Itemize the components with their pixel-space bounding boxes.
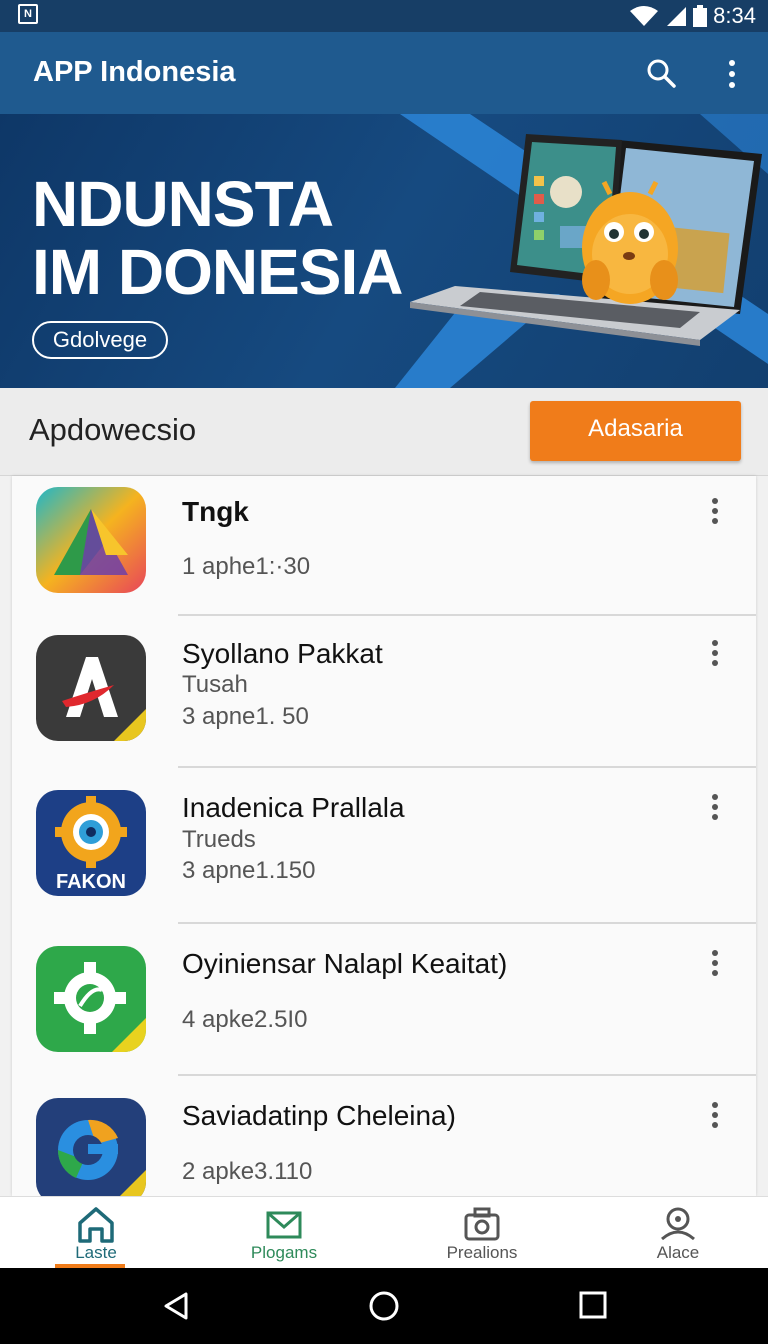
app-meta: 4 apke2.5I0 — [182, 1006, 308, 1033]
nav-label: Prealions — [446, 1243, 518, 1262]
list-item[interactable]: Tngk 1 aphe1:·30 — [12, 476, 756, 616]
search-icon[interactable] — [644, 56, 678, 90]
nav-item-plogams[interactable]: Plogams — [188, 1197, 380, 1269]
app-icon-green-gear — [36, 946, 146, 1052]
overflow-menu-icon[interactable] — [720, 54, 744, 94]
app-name: Tngk — [182, 496, 249, 527]
banner-pill-button[interactable]: Gdolvege — [32, 321, 168, 359]
app-list: Tngk 1 aphe1:·30 Syollano Pakkat Tusah 3… — [12, 476, 756, 1196]
app-meta: 2 apke3.110 — [182, 1158, 313, 1185]
app-icon-gear-eye: FAKON — [36, 790, 146, 896]
app-meta: 3 apne1. 50 — [182, 703, 309, 730]
promo-banner[interactable]: NDUNSTA IM DONESIA Gdolvege — [0, 114, 768, 388]
banner-headline-line2: IM DONESIA — [32, 236, 403, 308]
app-subtitle: Tusah — [182, 671, 248, 698]
back-icon[interactable] — [160, 1290, 192, 1322]
app-icon-letter-g — [36, 1098, 146, 1196]
app-bar: APP Indonesia — [0, 32, 768, 114]
more-options-icon[interactable] — [702, 634, 728, 674]
wifi-icon — [630, 6, 659, 26]
nav-item-laste[interactable]: Laste — [0, 1197, 192, 1269]
notification-icon: N — [18, 4, 38, 24]
banner-headline-line1: NDUNSTA — [32, 168, 334, 240]
camera-icon — [464, 1207, 500, 1241]
system-navigation-bar — [0, 1268, 768, 1344]
app-icon-triangle — [36, 487, 146, 593]
section-toolbar: Apdowecsio Adasaria — [0, 388, 768, 476]
list-item[interactable]: FAKON Inadenica Prallala Trueds 3 apne1.… — [12, 768, 756, 924]
list-item[interactable]: Syollano Pakkat Tusah 3 apne1. 50 — [12, 616, 756, 768]
more-options-icon[interactable] — [702, 492, 728, 532]
nav-item-alace[interactable]: Alace — [582, 1197, 768, 1269]
signal-icon — [667, 7, 687, 26]
more-options-icon[interactable] — [702, 944, 728, 984]
nav-label: Laste — [75, 1243, 117, 1262]
app-meta: 1 aphe1:·30 — [182, 553, 311, 580]
more-options-icon[interactable] — [702, 788, 728, 828]
profile-icon — [661, 1207, 695, 1241]
recents-icon[interactable] — [578, 1290, 608, 1320]
status-bar: N 8:34 — [0, 0, 768, 32]
app-icon-letter-a — [36, 635, 146, 741]
nav-item-prealions[interactable]: Prealions — [386, 1197, 578, 1269]
mail-icon — [266, 1211, 302, 1239]
nav-label: Plogams — [250, 1243, 318, 1262]
banner-headline: NDUNSTA IM DONESIA — [32, 168, 403, 308]
list-item[interactable]: Saviadatinp Cheleina) 2 apke3.110 — [12, 1076, 756, 1196]
more-options-icon[interactable] — [702, 1096, 728, 1136]
app-subtitle: Trueds — [182, 826, 256, 853]
home-button-icon[interactable] — [368, 1290, 400, 1322]
app-name: Oyiniensar Nalapl Keaitat) — [182, 948, 508, 979]
status-indicators: 8:34 — [629, 2, 756, 30]
app-name: Inadenica Prallala — [182, 792, 405, 823]
home-icon — [78, 1207, 114, 1243]
section-label: Apdowecsio — [29, 412, 197, 447]
nav-label: Alace — [656, 1243, 700, 1262]
action-button[interactable]: Adasaria — [530, 401, 741, 461]
app-meta: 3 apne1.150 — [182, 857, 316, 884]
list-item[interactable]: Oyiniensar Nalapl Keaitat) 4 apke2.5I0 — [12, 924, 756, 1076]
battery-icon — [693, 5, 708, 27]
bottom-navigation: Laste Plogams Prealions Alace — [0, 1196, 768, 1268]
fakon-icon-text: FAKON — [56, 871, 126, 893]
app-title: APP Indonesia — [33, 56, 236, 88]
clock: 8:34 — [713, 3, 756, 28]
app-name: Syollano Pakkat — [182, 638, 383, 669]
app-name: Saviadatinp Cheleina) — [182, 1100, 456, 1131]
